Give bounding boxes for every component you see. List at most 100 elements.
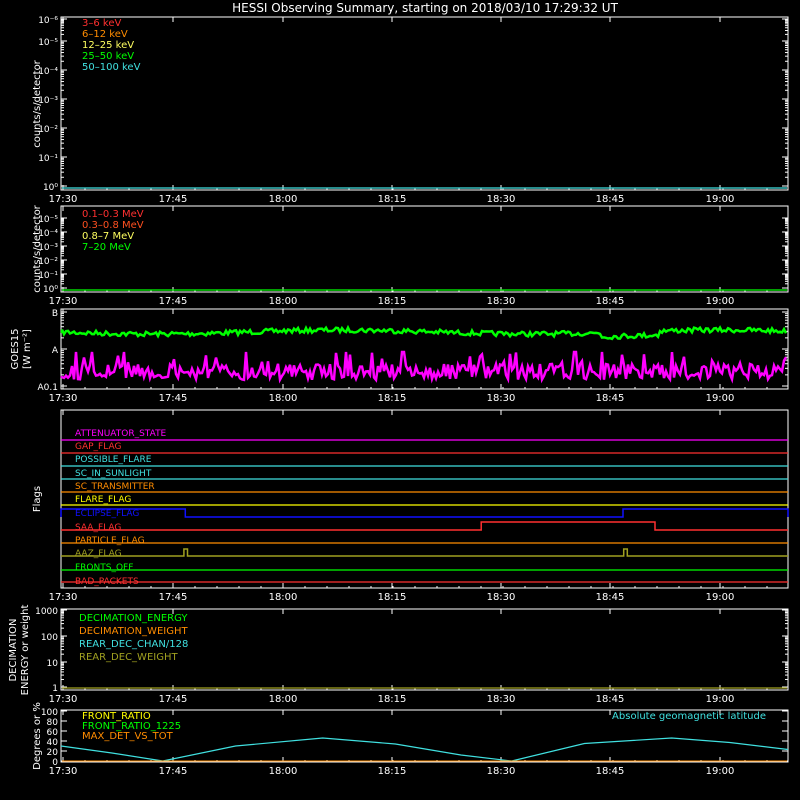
y-tick-label: 10⁻¹ — [38, 154, 58, 164]
x-tick-label: 18:30 — [487, 694, 516, 705]
y-axis-label: Flags — [32, 486, 43, 512]
y-tick-label: B — [52, 309, 58, 319]
x-tick-label: 19:00 — [706, 592, 735, 603]
y-tick-label: 10⁻⁵ — [38, 38, 58, 48]
x-tick-label: 18:45 — [596, 393, 625, 404]
x-tick-label: 18:15 — [378, 194, 407, 205]
flag-label: SC_TRANSMITTER — [75, 482, 155, 492]
x-tick-label: 19:00 — [706, 296, 735, 307]
legend-entry: 0.8–7 MeV — [82, 231, 134, 242]
x-tick-label: 18:00 — [269, 592, 298, 603]
legend-entry: 25–50 keV — [82, 51, 134, 62]
x-tick-label: 18:45 — [596, 694, 625, 705]
y-axis-label-2: ENERGY or weight — [20, 605, 31, 696]
x-tick-label: 18:00 — [269, 296, 298, 307]
panel-flags: 17:30 17:45 18:00 18:15 18:30 18:45 19:00 Flags… — [32, 409, 789, 603]
flag-label: SC_IN_SUNLIGHT — [75, 469, 152, 479]
x-tick-label: 18:45 — [596, 194, 625, 205]
y-tick-label: 40 — [47, 738, 59, 748]
x-tick-label: 18:15 — [378, 296, 407, 307]
x-tick-label: 18:30 — [487, 194, 516, 205]
legend-entry: DECIMATION_ENERGY — [79, 613, 188, 624]
x-tick-label: 18:30 — [487, 592, 516, 603]
x-tick-label: 18:30 — [487, 766, 516, 777]
legend-entry: 0.3–0.8 MeV — [82, 220, 144, 231]
legend-entry: DECIMATION_WEIGHT — [79, 626, 188, 637]
x-tick-label: 18:45 — [596, 296, 625, 307]
x-tick-label: 18:00 — [269, 694, 298, 705]
hessi-summary-chart: HESSI Observing Summary, starting on 201… — [8, 1, 789, 777]
y-axis-label: counts/s/detector — [32, 204, 43, 292]
series-line — [60, 350, 788, 384]
series-line — [60, 324, 788, 341]
panel-low-energy: 17:30 17:45 18:00 18:15 18:30 18:45 19:00 10⁰ 10… — [32, 16, 789, 205]
y-tick-label: A0.1 — [38, 383, 58, 393]
x-tick-label: 18:15 — [378, 766, 407, 777]
flag-label: PARTICLE_FLAG — [75, 536, 145, 546]
flag-label: SAA_FLAG — [75, 523, 121, 533]
y-axis-label: GOES15 — [10, 328, 21, 369]
y-tick-label: 20 — [47, 748, 59, 758]
x-tick-label: 18:00 — [269, 194, 298, 205]
chart-title: HESSI Observing Summary, starting on 201… — [232, 1, 618, 15]
panel-ratios: 17:30 17:45 18:00 18:15 18:30 18:45 19:0002040… — [32, 702, 789, 777]
flag-label: FLARE_FLAG — [75, 495, 131, 505]
flag-label: FRONTS_OFF — [75, 563, 133, 573]
x-tick-label: 17:45 — [159, 194, 188, 205]
x-tick-label: 19:00 — [706, 766, 735, 777]
y-tick-label: 1000 — [35, 607, 58, 617]
panel-low-energy-frame — [60, 16, 789, 191]
y-axis-label: DECIMATION — [8, 618, 19, 681]
x-tick-label: 19:00 — [706, 194, 735, 205]
legend-entry-right: Absolute geomagnetic latitude — [612, 711, 766, 722]
legend-entry: 6–12 keV — [82, 29, 128, 40]
y-tick-label: 10⁰ — [43, 183, 58, 193]
panel-goes: 17:30 17:45 18:00 18:15 18:30 18:45 19:00 B A A0.… — [10, 308, 789, 404]
x-tick-label: 18:15 — [378, 592, 407, 603]
flag-label: AAZ_FLAG — [75, 549, 122, 559]
flag-label: ECLIPSE_FLAG — [75, 509, 139, 519]
panel-flags-frame — [60, 409, 789, 589]
x-tick-label: 17:30 — [49, 592, 78, 603]
x-tick-label: 17:30 — [49, 296, 78, 307]
y-axis-label: counts/s/detector — [32, 59, 43, 147]
x-tick-label: 17:30 — [49, 694, 78, 705]
legend-entry: REAR_DEC_CHAN/128 — [79, 639, 188, 650]
flag-label: GAP_FLAG — [75, 442, 121, 452]
flag-label: ATTENUATOR_STATE — [75, 429, 167, 439]
x-tick-label: 19:00 — [706, 393, 735, 404]
y-axis-label-units: [W m⁻²] — [22, 329, 33, 369]
y-tick-label: 10 — [47, 659, 59, 669]
flag-line — [61, 521, 788, 531]
panel-high-energy-frame — [60, 205, 789, 293]
x-tick-label: 18:30 — [487, 296, 516, 307]
x-tick-label: 18:45 — [596, 592, 625, 603]
x-tick-label: 17:45 — [159, 393, 188, 404]
x-tick-label: 17:45 — [159, 694, 188, 705]
x-tick-label: 18:30 — [487, 393, 516, 404]
panel-decimation: 17:30 17:45 18:00 18:15 18:30 18:45 19:00 1 10 10… — [8, 605, 789, 705]
y-tick-label: 0 — [52, 758, 58, 768]
y-tick-label: 10⁻⁶ — [38, 16, 58, 26]
legend-entry: 7–20 MeV — [82, 242, 131, 253]
y-tick-label: 1 — [52, 684, 58, 694]
flag-label: POSSIBLE_FLARE — [75, 455, 152, 465]
panel-high-energy: 17:30 17:45 18:00 18:15 18:30 18:45 19:0010⁰10… — [32, 204, 789, 307]
flag-line — [61, 548, 788, 557]
legend-entry: 50–100 keV — [82, 62, 141, 73]
legend-entry: MAX_DET_VS_TOT — [82, 731, 174, 742]
legend-entry: 12–25 keV — [82, 40, 134, 51]
y-tick-label: 100 — [41, 633, 58, 643]
x-tick-label: 17:30 — [49, 393, 78, 404]
panels: 17:30 17:45 18:00 18:15 18:30 18:45 19:0010⁰10… — [8, 16, 789, 777]
x-tick-label: 19:00 — [706, 694, 735, 705]
flag-line — [60, 508, 789, 518]
y-tick-label: 10⁰ — [43, 285, 58, 295]
legend-entry: 3–6 keV — [82, 18, 121, 29]
x-tick-label: 17:45 — [159, 592, 188, 603]
x-tick-label: 18:45 — [596, 766, 625, 777]
x-tick-label: 18:15 — [378, 694, 407, 705]
x-tick-label: 18:00 — [269, 393, 298, 404]
x-tick-label: 17:30 — [49, 194, 78, 205]
legend-entry: REAR_DEC_WEIGHT — [79, 652, 178, 663]
